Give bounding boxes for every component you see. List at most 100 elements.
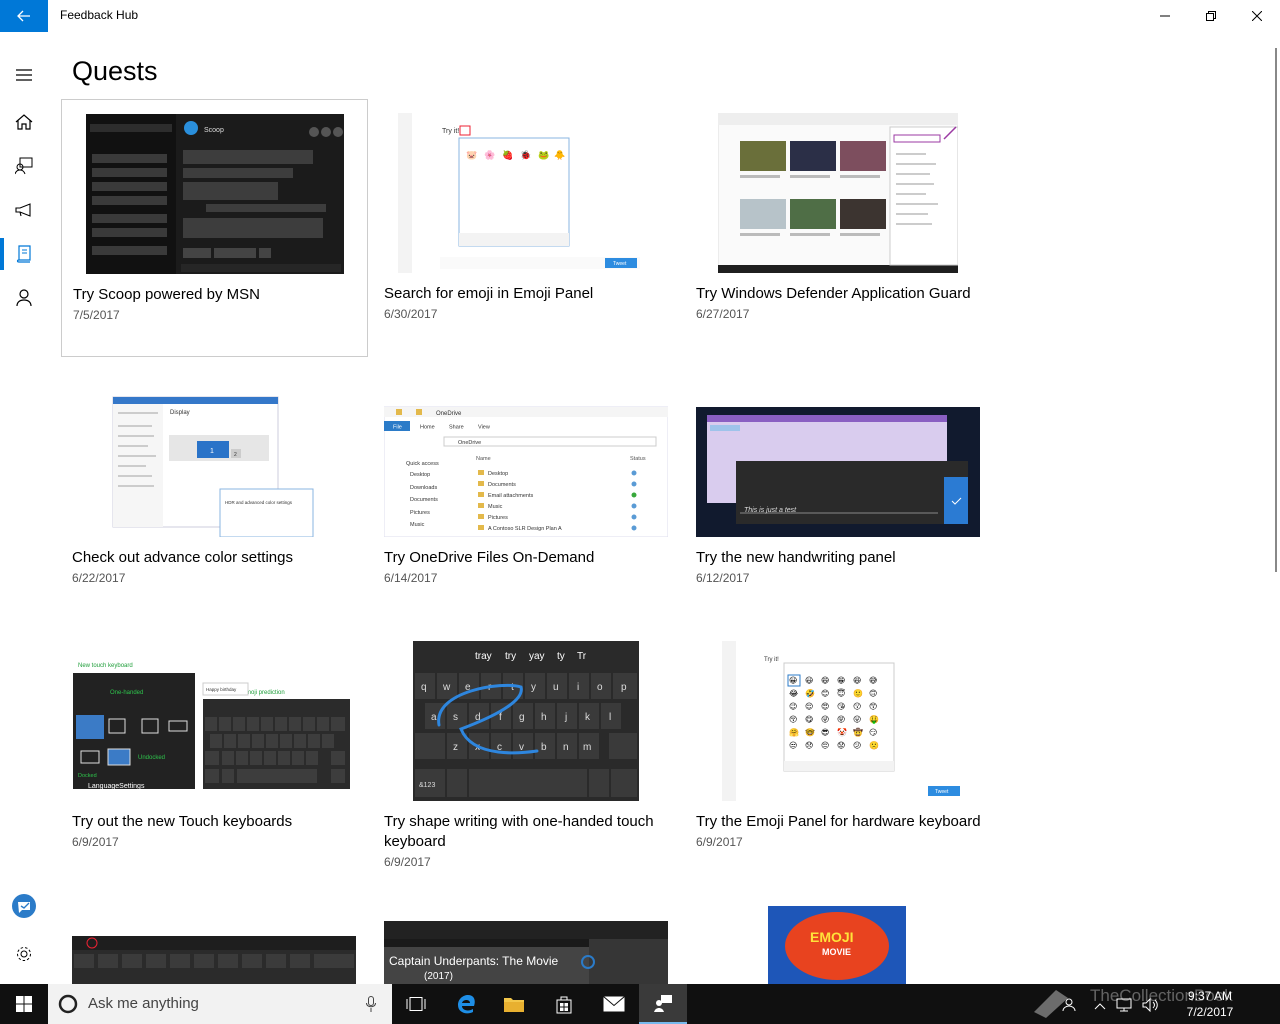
onedrive-tab-file: File — [393, 425, 402, 431]
close-button[interactable] — [1234, 0, 1280, 32]
handwriting-text: This is just a test — [744, 507, 797, 514]
onedrive-side-item: Documents — [410, 497, 438, 503]
quest-thumbnail: Try it! 🐷 🌸 🍓 🐞 🐸 🐥 Tweet — [384, 113, 668, 273]
nav-settings[interactable] — [0, 932, 48, 976]
mail-icon — [603, 996, 625, 1012]
hamburger-menu-button[interactable] — [0, 53, 48, 97]
quest-title: Try the new handwriting panel — [696, 549, 896, 566]
quest-thumbnail: Try it! 😀 😃 😄 😁 😆 😅 😂 🤣 😊 😇 🙂 🙃 😉 😌 😍 😘 😗 😙 😚 😋 😜 😝 😛 🤑 🤗 🤓 😎 🤡… — [696, 641, 980, 801]
onedrive-title: OneDrive — [436, 411, 462, 417]
folder-icon — [504, 998, 524, 1012]
shape-key: o — [597, 682, 603, 693]
quest-card[interactable]: Try it! 😀 😃 😄 😁 😆 😅 😂 🤣 😊 😇 🙂 🙃 😉 😌 😍 😘 😗 😙 😚 😋 😜 😝 😛 🤑 🤗 🤓 😎 🤡… — [685, 627, 992, 885]
quest-card[interactable]: This is just a test Try the new handwrit… — [685, 363, 992, 621]
emoji-tweet-label: Tweet — [613, 261, 627, 267]
svg-text:🤡: 🤡 — [837, 727, 847, 737]
quest-title: Try Windows Defender Application Guard — [696, 285, 971, 302]
nav-achievements[interactable] — [0, 276, 48, 320]
shape-key: f — [499, 712, 502, 723]
svg-text:😆: 😆 — [853, 676, 861, 685]
quest-card[interactable]: Try it! 🐷 🌸 🍓 🐞 🐸 🐥 Tweet Search for emoji in… — [373, 99, 680, 357]
shape-key: n — [563, 742, 569, 753]
quest-date: 6/9/2017 — [696, 835, 743, 849]
svg-text:😞: 😞 — [805, 741, 813, 750]
feedback-hub-taskbar-button[interactable] — [639, 984, 687, 1024]
scrollbar-thumb[interactable] — [1275, 48, 1277, 572]
kb-language-settings: LanguageSettings — [88, 783, 145, 790]
nav-announcements[interactable] — [0, 188, 48, 232]
svg-text:😜: 😜 — [821, 715, 829, 724]
clock[interactable]: 9:37 AM 7/2/2017 — [1168, 988, 1252, 1020]
nav-feedback[interactable] — [0, 144, 48, 188]
shape-key: z — [453, 742, 458, 753]
nav-home[interactable] — [0, 100, 48, 144]
quest-card[interactable]: New touch keyboard One-handed Undocked D… — [61, 627, 368, 885]
svg-text:🌸: 🌸 — [484, 149, 495, 160]
shape-key: g — [519, 712, 525, 723]
shape-key: w — [442, 682, 451, 693]
kb-undocked-label: Undocked — [138, 755, 165, 761]
svg-text:😒: 😒 — [789, 741, 797, 750]
nav-insider[interactable] — [0, 884, 48, 928]
quest-date: 6/27/2017 — [696, 307, 750, 321]
onedrive-tab-view: View — [478, 425, 490, 431]
person-icon — [16, 289, 32, 307]
people-icon[interactable] — [1062, 998, 1076, 1012]
quest-date: 6/9/2017 — [384, 855, 431, 869]
svg-text:😗: 😗 — [853, 702, 861, 711]
quest-card[interactable]: OneDrive File Home Share View OneDrive Q… — [373, 363, 680, 621]
svg-text:🤣: 🤣 — [804, 688, 815, 699]
edge-button[interactable] — [442, 984, 490, 1024]
file-explorer-button[interactable] — [490, 984, 538, 1024]
hdr-label: HDR and advanced color settings — [225, 500, 293, 505]
quest-card[interactable]: tray try yay ty Tr qwertyuiop asdfghjkl … — [373, 627, 680, 885]
shape-suggestion: try — [505, 651, 516, 662]
svg-text:🐞: 🐞 — [520, 149, 531, 160]
minimize-button[interactable] — [1142, 0, 1188, 32]
quest-thumbnail: EMOJI MOVIE — [768, 906, 906, 984]
svg-text:😙: 😙 — [869, 702, 877, 711]
quest-card-partial[interactable]: EMOJI MOVIE — [768, 906, 906, 984]
svg-text:😊: 😊 — [821, 689, 829, 698]
quest-thumbnail: New touch keyboard One-handed Undocked D… — [72, 641, 356, 801]
quest-card[interactable]: Scoop Try Scoop powered by MSN 7/5/2017 — [61, 99, 368, 357]
onedrive-side-item: Pictures — [410, 510, 430, 516]
quest-card[interactable]: Try Windows Defender Application Guard 6… — [685, 99, 992, 357]
restore-button[interactable] — [1188, 0, 1234, 32]
windows-logo-icon — [16, 996, 32, 1012]
cortana-search-box[interactable]: Ask me anything — [48, 984, 392, 1024]
svg-text:😚: 😚 — [789, 715, 797, 724]
microphone-icon[interactable] — [366, 996, 376, 1012]
quest-card[interactable]: Display 1 2 HDR and advanced color setti… — [61, 363, 368, 621]
quest-card-partial[interactable] — [72, 936, 356, 984]
shape-key: m — [583, 742, 591, 753]
start-button[interactable] — [0, 984, 48, 1024]
quest-thumbnail: Display 1 2 HDR and advanced color setti… — [72, 377, 356, 537]
onedrive-tab-share: Share — [449, 425, 464, 431]
clock-date: 7/2/2017 — [1186, 1005, 1234, 1019]
task-view-button[interactable] — [392, 984, 440, 1024]
svg-text:😁: 😁 — [837, 676, 845, 685]
svg-text:😍: 😍 — [821, 702, 829, 711]
shape-key: u — [553, 682, 559, 693]
back-arrow-icon — [17, 10, 30, 22]
shape-suggestion: tray — [475, 651, 492, 662]
shape-key: a — [431, 712, 437, 723]
movie-year: (2017) — [424, 971, 453, 982]
task-view-icon — [406, 997, 426, 1011]
svg-text:😘: 😘 — [837, 702, 845, 711]
quest-card-partial[interactable]: Captain Underpants: The Movie (2017) — [384, 921, 668, 984]
back-button[interactable] — [0, 0, 48, 32]
restore-icon — [1206, 11, 1216, 21]
onedrive-file: A Contoso SLR Design Plan A — [488, 526, 562, 532]
emoji-movie-subtitle: MOVIE — [822, 947, 851, 957]
feedback-hub-icon — [654, 995, 672, 1012]
quest-thumbnail: Scoop — [73, 114, 357, 274]
edge-icon — [458, 995, 475, 1014]
svg-text:😉: 😉 — [789, 702, 797, 711]
store-button[interactable] — [540, 984, 588, 1024]
shape-key: t — [511, 682, 514, 693]
mail-button[interactable] — [590, 984, 638, 1024]
minimize-icon — [1160, 15, 1170, 17]
nav-quests[interactable] — [0, 232, 48, 276]
